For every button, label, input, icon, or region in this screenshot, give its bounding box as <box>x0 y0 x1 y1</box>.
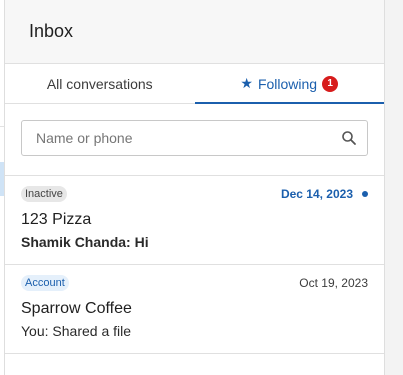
tab-label: Following <box>257 75 318 92</box>
search-input[interactable] <box>34 129 341 147</box>
status-badge: Account <box>21 275 69 291</box>
conversation-name: Sparrow Coffee <box>21 300 132 317</box>
tab-all-conversations[interactable]: All conversations <box>5 64 195 103</box>
tab-label: All conversations <box>46 75 153 92</box>
search-box <box>21 120 368 156</box>
conversation-date: Dec 14, 2023 <box>281 187 368 201</box>
tab-bar: All conversations ★ Following 1 <box>5 64 384 104</box>
conversation-name: 123 Pizza <box>21 211 92 228</box>
conversation-preview: You: Shared a file <box>21 323 132 339</box>
search-section <box>5 104 384 176</box>
page-title: Inbox <box>29 21 74 41</box>
status-badge: Inactive <box>21 186 67 202</box>
conversation-item[interactable]: Inactive Dec 14, 2023 123 Pizza Shamik C… <box>5 176 384 265</box>
tab-following[interactable]: ★ Following 1 <box>194 64 385 104</box>
date-text: Dec 14, 2023 <box>280 187 353 201</box>
unread-dot-icon <box>362 191 368 197</box>
unread-count-badge: 1 <box>322 75 339 92</box>
conversation-item[interactable]: Account Oct 19, 2023 Sparrow Coffee You:… <box>5 265 384 354</box>
star-icon: ★ <box>240 75 253 91</box>
search-icon[interactable] <box>341 130 357 146</box>
conversation-date: Oct 19, 2023 <box>299 276 368 290</box>
date-text: Oct 19, 2023 <box>299 276 368 290</box>
inbox-panel: Inbox All conversations ★ Following 1 In… <box>4 0 385 375</box>
panel-header: Inbox <box>5 0 384 64</box>
conversation-preview: Shamik Chanda: Hi <box>21 234 149 250</box>
scroll-gutter <box>385 0 403 375</box>
